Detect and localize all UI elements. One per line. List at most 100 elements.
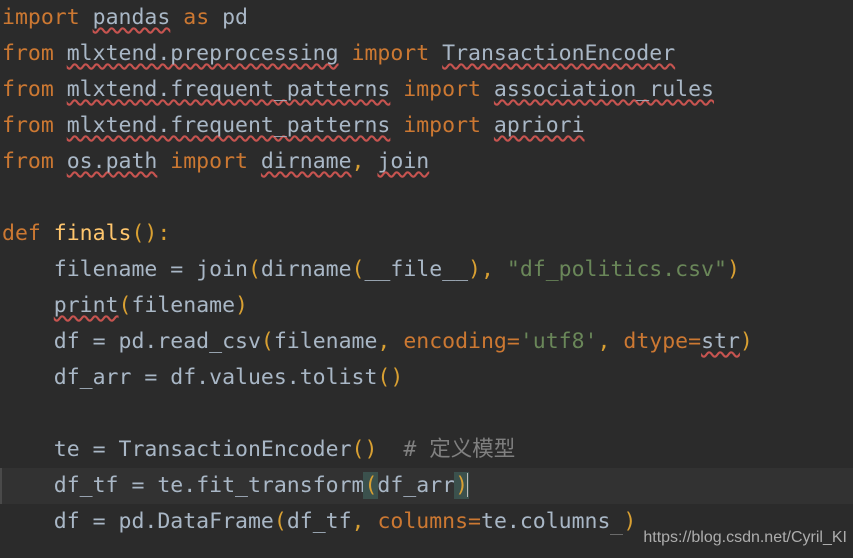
- imported-name: association_rules: [493, 77, 714, 102]
- code-line-2[interactable]: from mlxtend.preprocessing import Transa…: [0, 36, 853, 72]
- code-line-13[interactable]: te = TransactionEncoder() # 定义模型: [0, 432, 853, 468]
- close-paren: ): [726, 257, 740, 282]
- call-tolist: df.values.tolist: [170, 365, 378, 390]
- equals: =: [468, 509, 481, 534]
- variable-df: df: [53, 329, 80, 354]
- equals: =: [688, 329, 702, 354]
- code-editor[interactable]: import pandas as pd from mlxtend.preproc…: [0, 0, 853, 558]
- open-paren: (: [351, 437, 365, 462]
- keyword-as: as: [183, 5, 210, 30]
- code-line-4[interactable]: from mlxtend.frequent_patterns import ap…: [0, 108, 853, 144]
- text-caret: [467, 472, 470, 497]
- code-line-6-blank[interactable]: [0, 180, 853, 216]
- equals: =: [506, 329, 520, 354]
- imported-name: apriori: [493, 113, 585, 138]
- imported-name: dirname: [260, 149, 352, 174]
- open-paren: (: [273, 509, 287, 534]
- code-line-12-blank[interactable]: [0, 396, 853, 432]
- kwarg-encoding: encoding: [403, 329, 507, 354]
- open-paren: (: [377, 365, 391, 390]
- open-paren: (: [260, 329, 274, 354]
- code-line-7[interactable]: def finals():: [0, 216, 853, 252]
- variable-te: te: [53, 437, 80, 462]
- keyword-from: from: [2, 41, 54, 66]
- assignment-operator: =: [79, 329, 119, 354]
- assignment-operator: =: [79, 437, 119, 462]
- keyword-import: import: [2, 5, 80, 30]
- close-paren: ): [144, 221, 158, 246]
- variable-filename: filename: [53, 257, 158, 282]
- close-paren: ): [468, 257, 481, 282]
- comment-define-model: # 定义模型: [403, 437, 516, 462]
- argument-df-arr: df_arr: [377, 473, 456, 498]
- code-line-11[interactable]: df_arr = df.values.tolist(): [0, 360, 853, 396]
- code-line-10[interactable]: df = pd.read_csv(filename, encoding='utf…: [0, 324, 853, 360]
- module-name: pandas: [92, 5, 171, 30]
- assignment-operator: =: [118, 473, 158, 498]
- argument-filename: filename: [131, 293, 236, 318]
- imported-name: join: [377, 149, 430, 174]
- code-line-9[interactable]: print(filename): [0, 288, 853, 324]
- kwarg-columns: columns: [377, 509, 469, 534]
- code-line-8[interactable]: filename = join(dirname(__file__), "df_p…: [0, 252, 853, 288]
- module-path: mlxtend.frequent_patterns: [66, 113, 391, 138]
- open-paren: (: [247, 257, 261, 282]
- comma: ,: [597, 329, 624, 354]
- argument-df-tf: df_tf: [286, 509, 352, 534]
- keyword-from: from: [2, 113, 54, 138]
- close-paren: ): [235, 293, 248, 318]
- call-fit-transform: te.fit_transform: [157, 473, 365, 498]
- call-dataframe: pd.DataFrame: [118, 509, 274, 534]
- comma: ,: [351, 509, 378, 534]
- close-paren: ): [390, 365, 404, 390]
- argument-filename: filename: [273, 329, 378, 354]
- call-print: print: [53, 293, 119, 318]
- assignment-operator: =: [79, 509, 119, 534]
- module-path: mlxtend.preprocessing: [66, 41, 339, 66]
- keyword-import: import: [170, 149, 248, 174]
- colon: :: [157, 221, 171, 246]
- keyword-from: from: [2, 77, 54, 102]
- comma: ,: [351, 149, 365, 174]
- comma: ,: [377, 329, 404, 354]
- code-line-1[interactable]: import pandas as pd: [0, 0, 853, 36]
- string-literal-csv: "df_politics.csv": [506, 257, 727, 282]
- variable-df: df: [53, 509, 80, 534]
- call-read-csv: pd.read_csv: [118, 329, 261, 354]
- open-paren: (: [351, 257, 365, 282]
- code-line-14-current[interactable]: df_tf = te.fit_transform(df_arr): [0, 468, 853, 504]
- trailing-whitespace-warning: [610, 509, 624, 535]
- call-join: join: [196, 257, 248, 282]
- code-text-area[interactable]: import pandas as pd from mlxtend.preproc…: [0, 0, 853, 540]
- keyword-def: def: [2, 221, 41, 246]
- kwarg-dtype: dtype: [623, 329, 689, 354]
- call-dirname: dirname: [260, 257, 352, 282]
- keyword-import: import: [403, 77, 481, 102]
- value-te-columns: te.columns: [481, 509, 611, 534]
- variable-df-tf: df_tf: [53, 473, 119, 498]
- dunder-file: __file__: [364, 257, 469, 282]
- code-line-5[interactable]: from os.path import dirname, join: [0, 144, 853, 180]
- code-line-3[interactable]: from mlxtend.frequent_patterns import as…: [0, 72, 853, 108]
- close-paren: ): [739, 329, 753, 354]
- alias-name: pd: [222, 5, 248, 30]
- assignment-operator: =: [157, 257, 197, 282]
